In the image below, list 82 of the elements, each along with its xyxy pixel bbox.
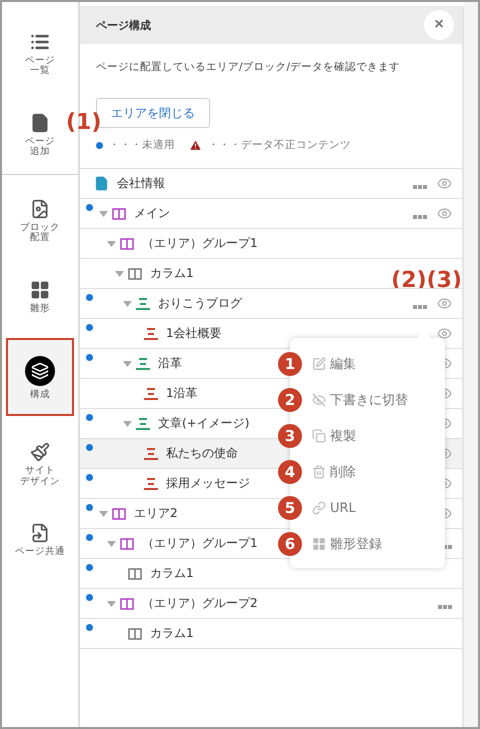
caret-icon[interactable] <box>106 540 116 546</box>
sidebar-item[interactable]: ブロック 配置 <box>17 186 63 254</box>
caret-icon[interactable] <box>98 210 108 216</box>
tree-label: おりこうブログ <box>158 295 242 312</box>
sidebar-item[interactable]: ページ 一覧 <box>17 20 63 87</box>
area-icon <box>112 508 126 520</box>
eye-icon[interactable] <box>437 176 452 191</box>
caret-icon[interactable] <box>122 420 132 426</box>
sidebar-item[interactable]: 雛形 <box>17 268 63 324</box>
number-badge: 5 <box>278 496 302 520</box>
image-file-icon <box>30 198 50 219</box>
link-icon <box>312 501 326 515</box>
tree-label: 沿革 <box>158 355 182 372</box>
tree-label: 文章(+イメージ) <box>158 415 250 432</box>
sidebar-item[interactable]: ページ 追加 <box>17 100 63 168</box>
list-icon <box>30 32 50 52</box>
more-icon[interactable] <box>413 305 427 309</box>
edit-icon <box>312 357 326 371</box>
caret-icon[interactable] <box>106 240 116 246</box>
column-icon <box>128 568 142 580</box>
more-icon[interactable] <box>438 605 452 609</box>
tree-label: （エリア）グループ1 <box>142 235 258 252</box>
tree-label: エリア2 <box>134 505 178 522</box>
column-icon <box>128 628 142 640</box>
area-icon <box>120 238 134 250</box>
tree-label: （エリア）グループ1 <box>142 535 258 552</box>
layers-icon <box>25 356 55 386</box>
number-badge: 4 <box>278 460 302 484</box>
tree-label: 私たちの使命 <box>166 445 238 462</box>
more-icon[interactable] <box>413 215 427 219</box>
legend-text: ・・・未適用 <box>109 138 175 152</box>
number-badge: 2 <box>278 388 302 412</box>
tree-label: 1会社概要 <box>166 325 222 342</box>
page-icon <box>94 176 109 191</box>
block-icon <box>136 418 150 430</box>
more-icon[interactable] <box>413 185 427 189</box>
link-file-icon <box>30 522 50 543</box>
number-badge: 6 <box>278 532 302 556</box>
area-icon <box>120 538 134 550</box>
tree-label: （エリア）グループ2 <box>142 595 258 612</box>
number-badge: 1 <box>278 352 302 376</box>
brush-icon <box>30 442 50 462</box>
tree-label: 会社情報 <box>117 175 165 192</box>
eye-icon[interactable] <box>437 296 452 311</box>
sidebar-item[interactable]: 構成 <box>6 338 74 416</box>
panel-title: ページ構成 <box>96 18 151 32</box>
tree-label: 1沿革 <box>166 385 198 402</box>
caret-icon[interactable] <box>122 360 132 366</box>
caret-icon[interactable] <box>114 270 124 276</box>
block-icon <box>144 328 158 340</box>
block-icon <box>144 478 158 490</box>
block-icon <box>144 448 158 460</box>
eye-off-icon <box>312 393 326 407</box>
grid-icon <box>30 280 50 300</box>
tree-label: メイン <box>134 205 170 222</box>
area-icon <box>112 208 126 220</box>
sidebar-item[interactable]: ページ共通 <box>17 510 63 568</box>
legend-text: ・・・データ不正コンテンツ <box>208 138 351 152</box>
caret-icon[interactable] <box>122 300 132 306</box>
area-icon <box>120 598 134 610</box>
caret-icon[interactable] <box>106 600 116 606</box>
trash-icon <box>312 465 326 479</box>
tree-label: 採用メッセージ <box>166 475 250 492</box>
block-icon <box>136 298 150 310</box>
eye-icon[interactable] <box>437 206 452 221</box>
tree-label: カラム1 <box>150 565 194 582</box>
tree-label: カラム1 <box>150 265 194 282</box>
number-badge: 3 <box>278 424 302 448</box>
close-button[interactable]: × <box>424 10 454 40</box>
grid-icon <box>312 537 326 551</box>
file-icon <box>30 112 50 133</box>
caret-icon[interactable] <box>98 510 108 516</box>
eye-icon[interactable] <box>437 326 452 341</box>
dot-icon <box>96 142 103 148</box>
block-icon <box>144 388 158 400</box>
sidebar-item[interactable]: サイト デザイン <box>17 430 63 497</box>
tree-label: カラム1 <box>150 625 194 642</box>
copy-icon <box>312 429 326 443</box>
column-icon <box>128 268 142 280</box>
warning-icon <box>189 138 202 152</box>
panel-description: ページに配置しているエリア/ブロック/データを確認できます <box>96 60 402 74</box>
block-icon <box>136 358 150 370</box>
